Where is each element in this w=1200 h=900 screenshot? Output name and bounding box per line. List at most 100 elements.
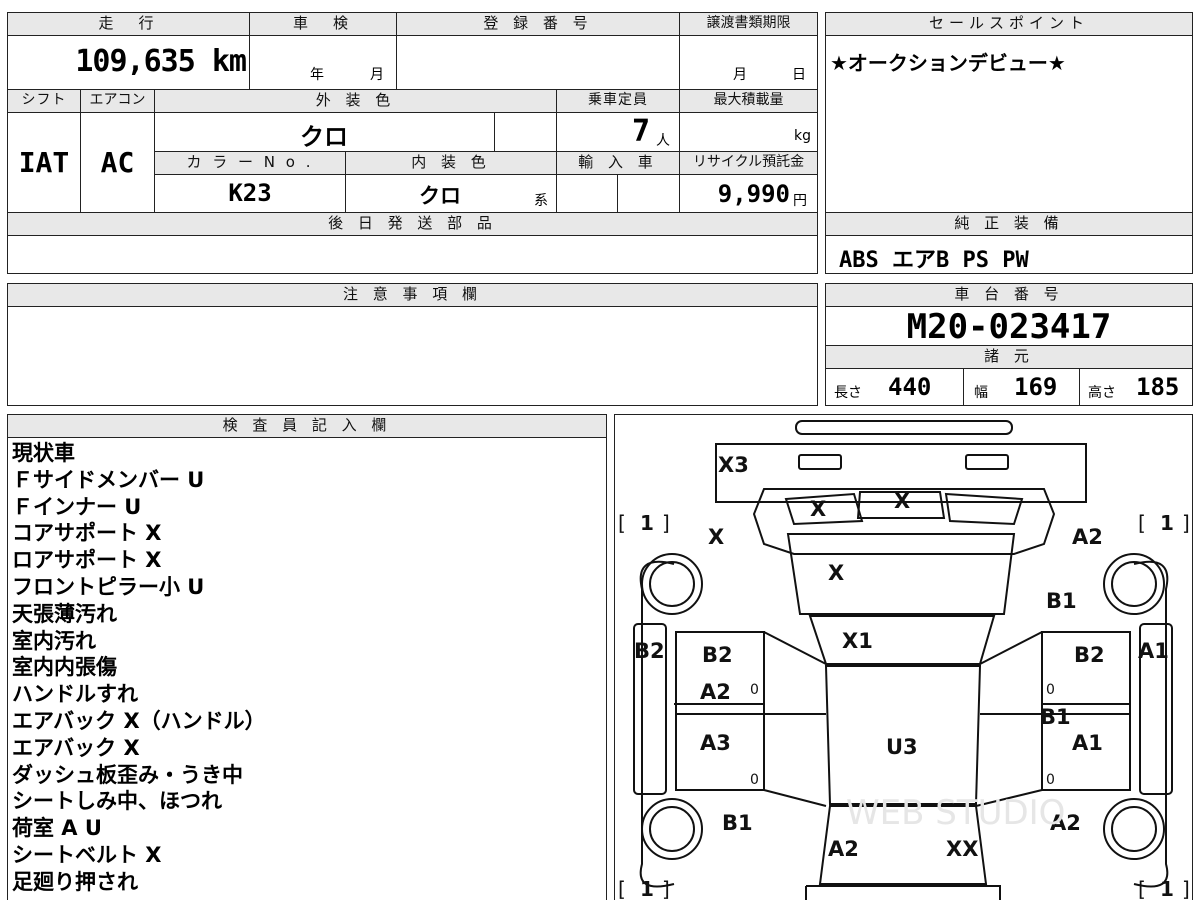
svg-text:]: ] xyxy=(662,877,670,900)
mark-hood: X xyxy=(828,561,844,585)
svg-text:]: ] xyxy=(1182,511,1190,535)
inspector-line: 足廻り押され xyxy=(12,869,138,894)
exterior-color-value: クロ xyxy=(300,123,348,151)
width-value: 169 xyxy=(1014,373,1058,401)
mileage-header: 走 行 xyxy=(7,12,250,36)
mark-left-rear-door: A3 xyxy=(700,731,731,755)
color-no-value: K23 xyxy=(228,179,272,207)
height-label: 高さ xyxy=(1088,385,1116,401)
notes-text xyxy=(14,312,804,400)
standard-equipment-value: ABS エアB PS PW xyxy=(839,248,1029,273)
inspector-line: エアバック X（ハンドル） xyxy=(12,708,266,733)
svg-text:]: ] xyxy=(1182,877,1190,900)
aircon-header: エアコン xyxy=(80,89,155,113)
mark-left-front-door-2: A2 xyxy=(700,680,731,704)
mark-left-side: B2 xyxy=(634,639,665,663)
tire-count-label: 1 xyxy=(640,511,654,535)
inspector-line: シートベルト X xyxy=(12,842,162,867)
mark-right-front-door: B2 xyxy=(1074,643,1105,667)
interior-color-header: 内 装 色 xyxy=(345,151,557,175)
car-diagram: 1 [ ] [ 1 ] [ 1 ] [ 1 ] X3 X X X X X1 U3… xyxy=(618,420,1190,900)
notes-header: 注 意 事 項 欄 xyxy=(7,283,818,307)
sales-point-box xyxy=(825,12,1193,213)
mark-rear-right: XX xyxy=(946,837,978,861)
mileage-value: 109,635 km xyxy=(75,44,247,79)
glass-mark: 0 xyxy=(750,772,759,788)
shift-value: IAT xyxy=(18,146,70,179)
glass-mark: 0 xyxy=(1046,772,1055,788)
transfer-month-unit: 月 xyxy=(733,67,747,83)
length-label: 長さ xyxy=(834,385,862,401)
interior-color-suffix: 系 xyxy=(534,193,548,209)
inspector-line: 荷室 A U xyxy=(12,816,102,841)
tire-count-label: 1 xyxy=(1160,877,1174,900)
mark-rear-left: A2 xyxy=(828,837,859,861)
svg-text:[: [ xyxy=(1138,511,1146,535)
mark-grille-left: X xyxy=(810,497,826,521)
transfer-deadline-header: 譲渡書類期限 xyxy=(679,12,818,36)
inspector-line: ロアサポート X xyxy=(12,548,162,573)
standard-equipment-header: 純 正 装 備 xyxy=(825,212,1193,236)
mark-fender-front-right: A2 xyxy=(1072,525,1103,549)
registration-header: 登 録 番 号 xyxy=(396,12,680,36)
inspector-line: Ｆインナー U xyxy=(12,494,142,519)
mark-right-middle: B1 xyxy=(1040,705,1071,729)
height-value: 185 xyxy=(1136,373,1180,401)
inspector-line: 室内内張傷 xyxy=(12,655,117,680)
glass-mark: 0 xyxy=(1046,682,1055,698)
inspector-line: 天張薄汚れ xyxy=(12,601,117,626)
shift-header: シフト xyxy=(7,89,81,113)
capacity-header: 乗車定員 xyxy=(556,89,680,113)
watermark: WEB STUDIO xyxy=(846,793,1065,833)
mark-windshield: X1 xyxy=(842,629,873,653)
recycle-unit: 円 xyxy=(793,193,807,209)
inspection-year-unit: 年 xyxy=(310,67,324,83)
mark-grille-right: X xyxy=(894,489,910,513)
later-parts-value xyxy=(14,240,804,270)
mark-fender-front-left: X xyxy=(708,525,724,549)
interior-color-value: クロ xyxy=(419,184,461,208)
length-value: 440 xyxy=(888,373,932,401)
aircon-value: AC xyxy=(100,146,135,179)
transfer-day-unit: 日 xyxy=(792,67,806,83)
mark-left-front-door: B2 xyxy=(702,643,733,667)
inspector-line: 室内汚れ xyxy=(12,628,96,653)
inspector-line: ハンドルすれ xyxy=(12,682,138,707)
inspector-line: エアバック X xyxy=(12,735,140,760)
mark-front-bumper: X3 xyxy=(718,453,749,477)
mark-right-rear-door: A1 xyxy=(1072,731,1103,755)
chassis-value: M20-023417 xyxy=(906,307,1112,347)
mark-left-rear-fender: B1 xyxy=(722,811,753,835)
capacity-unit: 人 xyxy=(656,133,670,149)
capacity-value: 7 xyxy=(631,114,650,149)
mark-right-front-upper: B1 xyxy=(1046,589,1077,613)
inspector-line: フロントピラー小 U xyxy=(12,574,205,599)
specs-header: 諸 元 xyxy=(825,345,1193,369)
sales-point-header: セールスポイント xyxy=(825,12,1193,36)
inspector-line: ダッシュ板歪み・うき中 xyxy=(12,762,243,787)
inspector-line: コアサポート X xyxy=(12,521,162,546)
inspection-month-unit: 月 xyxy=(370,67,384,83)
inspector-line: 現状車 xyxy=(12,441,75,465)
inspector-line: Ｆサイドメンバー U xyxy=(12,467,205,492)
import-header: 輸 入 車 xyxy=(556,151,680,175)
inspector-line: シートしみ中、ほつれ xyxy=(12,789,222,814)
tire-count-label: 1 xyxy=(1160,511,1174,535)
svg-text:[: [ xyxy=(618,877,626,900)
mark-right-side: A1 xyxy=(1138,639,1169,663)
svg-text:]: ] xyxy=(662,511,670,535)
later-parts-header: 後 日 発 送 部 品 xyxy=(7,212,818,236)
svg-text:[: [ xyxy=(618,511,626,535)
chassis-header: 車 台 番 号 xyxy=(825,283,1193,307)
exterior-color-header: 外 装 色 xyxy=(154,89,557,113)
recycle-header: リサイクル預託金 xyxy=(679,151,818,175)
glass-mark: 0 xyxy=(750,682,759,698)
svg-text:[: [ xyxy=(1138,877,1146,900)
recycle-value: 9,990 xyxy=(717,180,790,208)
width-label: 幅 xyxy=(974,385,988,401)
tire-count-label: 1 xyxy=(640,877,654,900)
inspector-header: 検 査 員 記 入 欄 xyxy=(7,414,607,438)
inspection-header: 車 検 xyxy=(249,12,397,36)
color-no-header: カ ラ ー N o . xyxy=(154,151,346,175)
sales-point-text: ★オークションデビュー★ xyxy=(830,51,1066,75)
